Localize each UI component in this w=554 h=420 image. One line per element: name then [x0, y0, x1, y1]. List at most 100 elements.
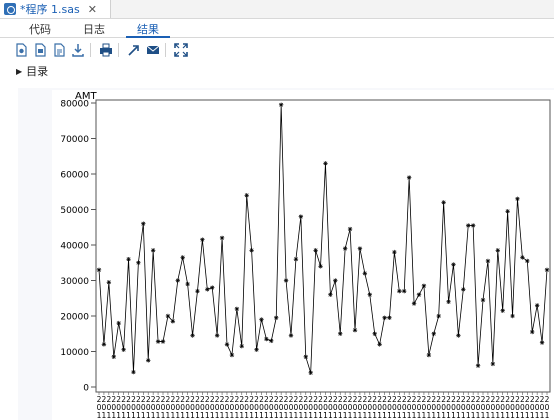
data-point: [175, 278, 180, 283]
data-point: [411, 301, 417, 306]
data-point: [288, 333, 294, 338]
data-point: [214, 333, 220, 338]
data-point: [150, 248, 156, 253]
data-point: [466, 223, 471, 228]
data-point: [274, 315, 279, 320]
data-point: [264, 336, 269, 342]
data-point: [402, 288, 407, 294]
data-point: [451, 262, 456, 267]
data-point: [224, 342, 230, 347]
data-point: [328, 292, 333, 297]
data-point: [362, 271, 368, 276]
data-point: [456, 333, 461, 338]
data-point: [141, 221, 146, 226]
data-point: [298, 214, 304, 219]
data-point: [416, 292, 422, 297]
data-point: [515, 196, 520, 202]
data-point: [539, 340, 545, 345]
data-point: [121, 347, 126, 352]
data-point: [200, 237, 205, 242]
line-chart: AMT 010000200003000040000500006000070000…: [60, 91, 551, 420]
data-point: [495, 248, 500, 253]
y-tick-label: 10000: [60, 348, 89, 358]
data-point: [382, 315, 387, 320]
data-point: [170, 319, 176, 324]
data-point: [323, 161, 328, 166]
data-point: [490, 361, 496, 367]
data-point: [544, 267, 550, 273]
data-point: [229, 352, 235, 358]
data-point: [392, 249, 397, 255]
data-point: [426, 352, 432, 358]
data-point: [387, 315, 392, 320]
data-point: [219, 235, 225, 241]
y-tick-label: 50000: [60, 206, 89, 216]
data-point: [146, 358, 151, 363]
data-point: [160, 339, 166, 344]
x-tick-label: 1: [545, 411, 550, 420]
data-point: [446, 299, 451, 304]
data-point: [352, 328, 358, 333]
data-point: [342, 246, 348, 251]
data-point: [475, 363, 481, 368]
data-point: [283, 278, 289, 283]
data-point: [500, 308, 505, 313]
data-point: [303, 354, 308, 360]
data-point: [333, 278, 338, 283]
data-point: [338, 331, 343, 336]
x-axis: 2012012012012012012012012012012012012012…: [97, 392, 550, 420]
data-point: [180, 255, 185, 260]
data-point: [293, 257, 299, 262]
data-point: [318, 264, 323, 269]
data-point: [530, 329, 535, 335]
data-point: [525, 258, 530, 264]
y-tick-label: 40000: [60, 242, 89, 252]
data-point: [397, 288, 402, 294]
data-point: [101, 342, 107, 347]
data-point: [308, 370, 313, 375]
data-point: [367, 292, 372, 297]
plot-frame: [95, 99, 551, 393]
data-point: [510, 313, 515, 319]
y-tick-label: 70000: [60, 135, 89, 145]
data-point: [505, 209, 510, 214]
data-point: [116, 320, 121, 326]
y-tick-label: 80000: [60, 100, 89, 110]
data-point: [165, 313, 171, 319]
data-point: [195, 288, 200, 294]
data-point: [436, 313, 441, 319]
data-point: [106, 280, 112, 285]
data-point: [96, 267, 102, 273]
data-point: [155, 339, 161, 344]
data-point: [244, 193, 249, 198]
data-point: [111, 354, 116, 360]
data-point: [254, 347, 259, 352]
data-point: [441, 200, 446, 205]
data-point: [185, 281, 190, 287]
y-tick-label: 0: [83, 384, 89, 394]
data-series: [96, 102, 550, 375]
data-point: [485, 258, 491, 264]
data-point: [259, 317, 264, 322]
data-point: [313, 248, 318, 253]
data-point: [278, 102, 284, 107]
data-point: [347, 226, 353, 232]
data-point: [406, 175, 412, 180]
data-point: [520, 255, 525, 260]
data-point: [480, 297, 486, 303]
data-point: [372, 331, 377, 336]
data-point: [190, 333, 195, 338]
data-point: [357, 246, 363, 251]
data-point: [239, 343, 244, 349]
data-point: [431, 331, 436, 336]
data-point: [269, 338, 274, 344]
y-tick-label: 20000: [60, 313, 89, 323]
data-point: [249, 248, 254, 253]
data-point: [136, 260, 141, 265]
data-point: [377, 342, 382, 347]
y-tick-label: 30000: [60, 277, 89, 287]
data-point: [461, 287, 466, 292]
data-point: [205, 287, 210, 292]
data-point: [534, 303, 540, 308]
series-line: [98, 104, 548, 373]
